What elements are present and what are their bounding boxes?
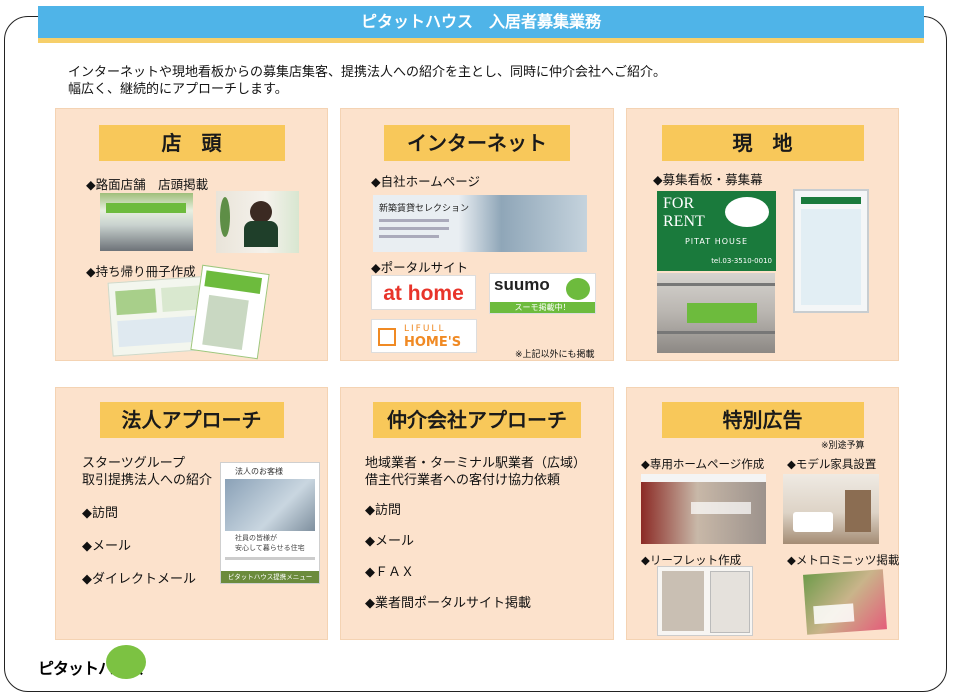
panel-onsite-heading: 現 地 [661,125,864,161]
corporate-flyer: 法人のお客様 社員の皆様が 安心して暮らせる住宅 ピタットハウス提携メニュー [220,462,320,584]
corporate-flyer-tag: 社員の皆様が 安心して暮らせる住宅 [235,534,305,552]
special-note: ※別途予算 [821,441,865,451]
corporate-flyer-bottom: ピタットハウス提携メニュー [221,571,319,583]
panel-internet-heading: インターネット [384,125,570,161]
panel-corporate-heading: 法人アプローチ [99,402,284,438]
onsite-signboard [793,189,869,313]
speech-bubble-icon [725,197,769,227]
broker-method-portal: ◆業者間ポータルサイト掲載 [365,596,531,611]
special-item-metrominutes: ◆メトロミニッツ掲載 [787,553,900,567]
special-furniture-image [783,474,879,544]
homes-logo-top: LIFULL [404,324,446,334]
special-magazine-image [803,569,887,635]
broker-desc-2: 借主代行業者への客付け協力依頼 [365,473,561,488]
intro-line-1: インターネットや現地看板からの募集店集客、提携法人への紹介を主とし、同時に仲介会… [68,65,667,80]
corporate-method-email: ◆メール [82,539,131,554]
suumo-sub-banner: スーモ掲載中！ [490,302,595,313]
intro-line-2: 幅広く、継続的にアプローチします。 [68,82,288,97]
corporate-method-dm: ◆ダイレクトメール [82,572,196,587]
for-rent-tel: tel.03-3510-0010 [711,257,772,265]
suumo-logo-text: suumo [494,275,550,294]
internet-note: ※上記以外にも掲載 [515,350,595,360]
storefront-staff-photo [216,191,299,253]
pitat-house-logo: ピタットハウス [38,645,158,685]
special-item-website: ◆専用ホームページ作成 [641,457,765,471]
internet-item-1: ◆自社ホームページ [371,174,480,189]
page-title: ピタットハウス 入居者募集業務 [38,6,924,43]
athome-logo-text: at home [383,282,464,305]
onsite-item-1: ◆募集看板・募集幕 [653,172,763,187]
storefront-shop-photo [100,193,193,251]
storefront-booklet-cover [190,264,270,360]
panel-broker-heading: 仲介会社アプローチ [373,402,581,438]
broker-method-email: ◆メール [365,534,414,549]
broker-method-visit: ◆訪問 [365,503,401,518]
corporate-flyer-head: 法人のお客様 [235,467,283,476]
panel-special-heading: 特別広告 [661,402,864,438]
intro-text: インターネットや現地看板からの募集店集客、提携法人への紹介を主とし、同時に仲介会… [68,64,888,98]
house-icon [378,328,396,346]
corporate-method-visit: ◆訪問 [82,506,118,521]
speech-bubble-logo-icon [106,645,146,679]
special-leaflet-image [657,566,753,636]
for-rent-sign: FOR RENT PITAT HOUSE tel.03-3510-0010 [657,191,776,271]
special-website-image [641,474,766,544]
internet-banner-text: 新築賃貸セレクション [379,204,470,214]
for-rent-brand: PITAT HOUSE [684,237,749,246]
internet-website-banner: 新築賃貸セレクション [373,195,587,252]
for-rent-line-2: RENT [663,213,705,230]
broker-method-fax: ◆ＦＡＸ [365,565,414,580]
panel-broker: 仲介会社アプローチ 地域業者・ターミナル駅業者（広域） 借主代行業者への客付け協… [340,387,614,640]
panel-storefront-heading: 店 頭 [98,125,285,161]
homes-logo-bottom: HOME'S [404,335,462,350]
for-rent-line-1: FOR [663,195,695,212]
athome-logo[interactable]: at home [371,275,476,310]
panel-corporate: 法人アプローチ スターツグループ 取引提携法人への紹介 ◆訪問 ◆メール ◆ダイ… [55,387,328,640]
storefront-item-1: ◆路面店舗 店頭掲載 [86,177,209,192]
suumo-logo[interactable]: suumo スーモ掲載中！ [489,273,596,314]
panel-storefront: 店 頭 ◆路面店舗 店頭掲載 ◆持ち帰り冊子作成 [55,108,328,361]
internet-item-2: ◆ポータルサイト [371,260,469,275]
suumo-mascot-icon [566,278,590,300]
panel-internet: インターネット ◆自社ホームページ 新築賃貸セレクション ◆ポータルサイト at… [340,108,614,361]
homes-logo[interactable]: LIFULL HOME'S [371,319,477,353]
panel-special: 特別広告 ※別途予算 ◆専用ホームページ作成 ◆モデル家具設置 ◆リーフレット作… [626,387,899,640]
panel-onsite: 現 地 ◆募集看板・募集幕 FOR RENT PITAT HOUSE tel.0… [626,108,899,361]
special-item-furniture: ◆モデル家具設置 [787,457,877,471]
corporate-desc-2: 取引提携法人への紹介 [82,473,213,488]
onsite-banner-photo [657,273,775,353]
